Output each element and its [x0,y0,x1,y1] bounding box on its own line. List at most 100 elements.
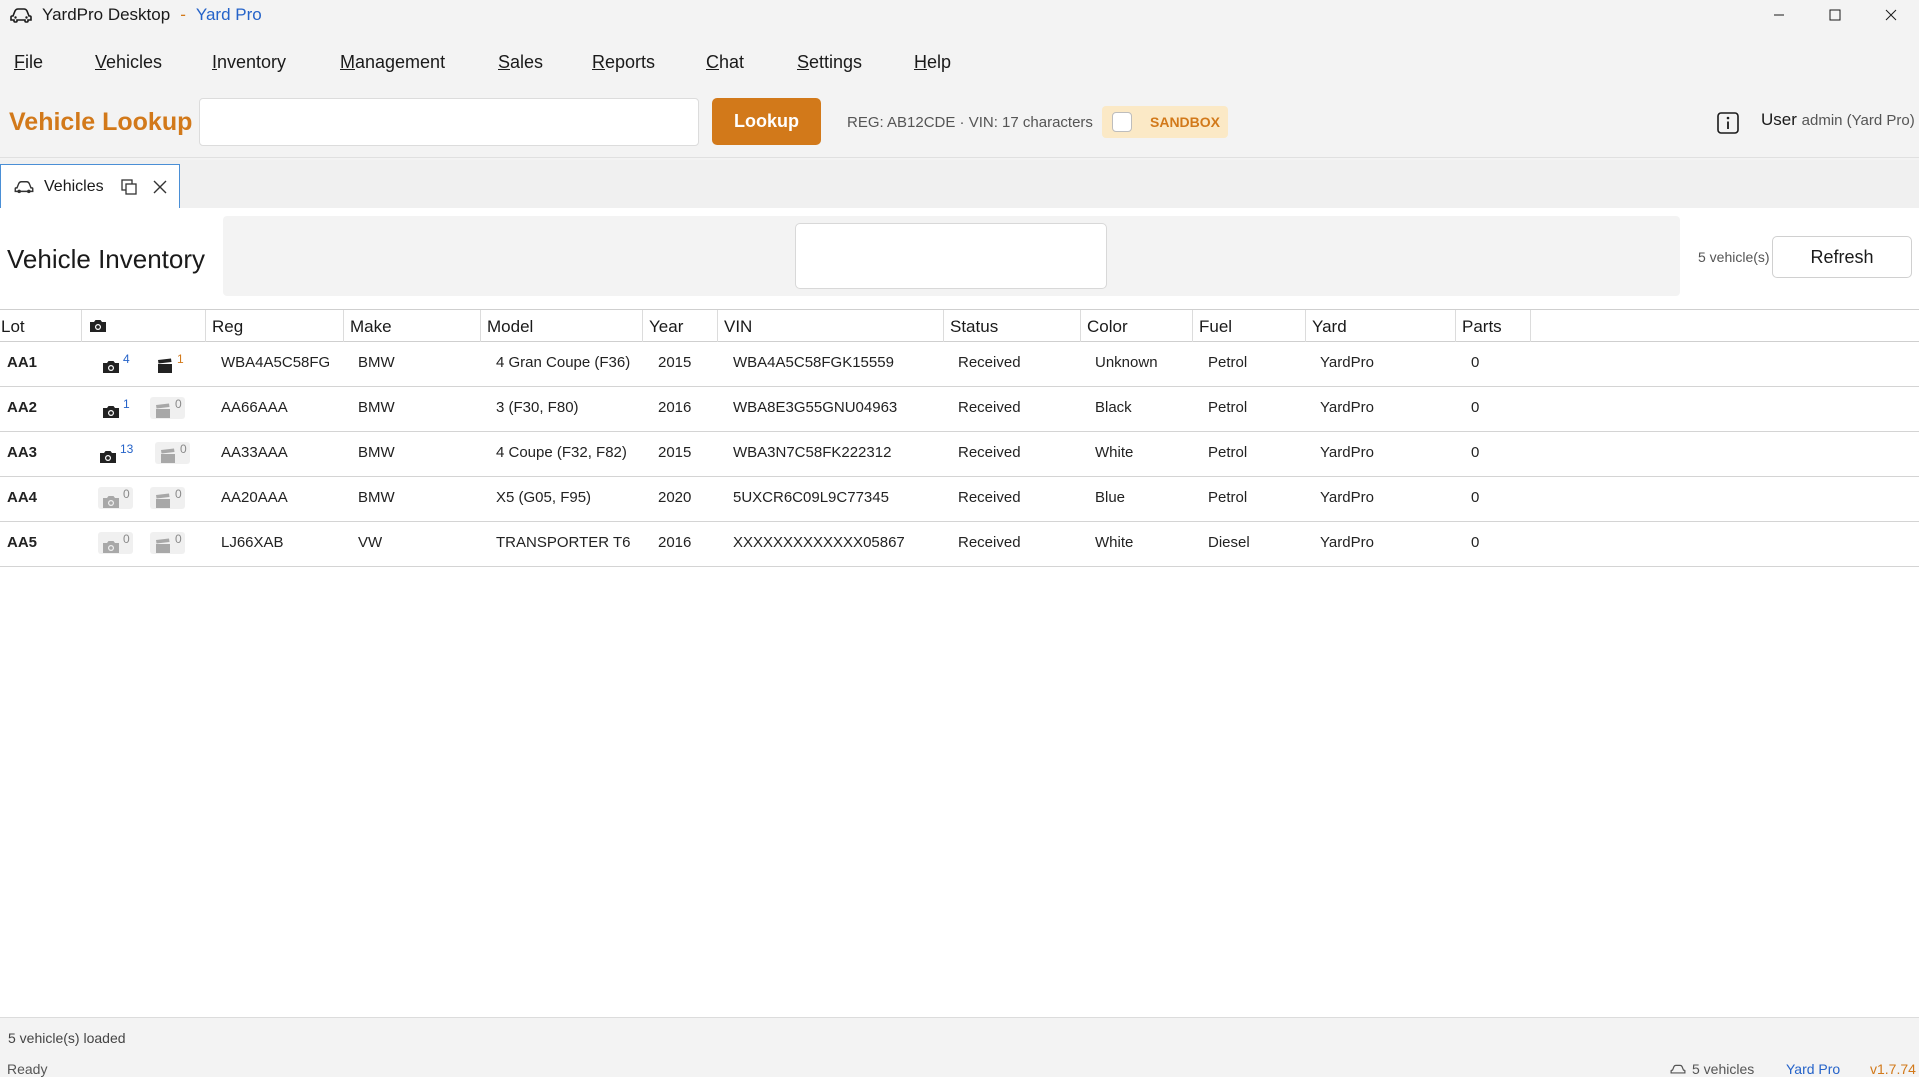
cell-color: White [1095,444,1134,461]
cell-yard: YardPro [1320,354,1374,371]
cell-make: BMW [358,399,395,416]
cell-yard: YardPro [1320,534,1374,551]
table-row[interactable]: AA3 13 0 AA33AAA BMW 4 Coupe (F32, F82) … [0,432,1919,477]
tab-strip: Vehicles [0,160,1919,208]
lookup-title: Vehicle Lookup [9,108,193,136]
column-header-parts[interactable]: Parts [1456,310,1531,342]
menu-settings[interactable]: Settings [797,52,862,73]
filter-panel [223,216,1680,296]
tab-vehicles[interactable]: Vehicles [0,164,180,208]
sandbox-toggle[interactable]: SANDBOX [1102,106,1228,138]
cell-color: Blue [1095,489,1126,506]
vehicles-panel: Vehicle Inventory 5 vehicle(s) Refresh L… [0,208,1919,1017]
cell-yard: YardPro [1320,399,1374,416]
column-header-lot[interactable]: Lot [0,310,82,342]
grid-header: Lot Reg Make Model Year VIN Status Color… [0,309,1919,342]
column-header-fuel[interactable]: Fuel [1193,310,1306,342]
cell-yard: YardPro [1320,444,1374,461]
tab-label: Vehicles [44,177,104,195]
cell-lot: AA2 [7,399,38,416]
column-header-status[interactable]: Status [944,310,1081,342]
cell-year: 2020 [658,489,692,506]
cell-lot: AA3 [7,444,38,461]
minimize-button[interactable] [1751,0,1807,30]
column-header-model[interactable]: Model [481,310,643,342]
vehicle-total: 5 vehicles [1670,1061,1754,1077]
cell-year: 2015 [658,444,692,461]
cell-parts: 0 [1471,444,1480,461]
close-window-button[interactable] [1863,0,1919,30]
cell-status: Received [958,399,1021,416]
column-header-color[interactable]: Color [1081,310,1193,342]
cell-make: VW [358,534,383,551]
cell-model: 4 Coupe (F32, F82) [496,444,627,461]
column-header-year[interactable]: Year [643,310,718,342]
lookup-input[interactable] [199,98,699,146]
camera-icon [103,406,119,418]
cell-fuel: Petrol [1208,399,1248,416]
table-row[interactable]: AA2 1 0 AA66AAA BMW 3 (F30, F80) 2016 WB… [0,387,1919,432]
clapperboard-icon [161,448,175,463]
cell-model: TRANSPORTER T6 V [496,534,630,551]
cell-vin: 5UXCR6C09L9C77345 [733,489,889,506]
vehicle-grid: Lot Reg Make Model Year VIN Status Color… [0,309,1919,567]
photo-count[interactable]: 13 [98,442,133,464]
table-row[interactable]: AA4 0 0 AA20AAA BMW X5 (G05, F95) 2020 5… [0,477,1919,522]
photo-count[interactable]: 1 [101,397,130,419]
close-icon[interactable] [152,179,168,195]
camera-icon [103,496,119,508]
status-yard[interactable]: Yard Pro [1786,1061,1840,1077]
popout-icon[interactable] [120,178,138,196]
column-header-reg[interactable]: Reg [206,310,344,342]
title-bar: YardPro Desktop - Yard Pro [0,0,1919,30]
photo-count[interactable]: 4 [101,352,130,374]
menu-chat[interactable]: Chat [706,52,744,73]
video-count[interactable]: 0 [150,487,185,509]
vehicle-count: 5 vehicle(s) [1698,249,1770,265]
clapperboard-icon [156,538,170,553]
user-info: User admin (Yard Pro) [1761,110,1915,130]
column-header-yard[interactable]: Yard [1306,310,1456,342]
menu-reports[interactable]: Reports [592,52,655,73]
column-header-media[interactable] [82,310,206,342]
cell-parts: 0 [1471,489,1480,506]
camera-icon [103,541,119,553]
refresh-button[interactable]: Refresh [1772,236,1912,278]
car-icon [10,8,32,23]
cell-status: Received [958,489,1021,506]
cell-fuel: Diesel [1208,534,1250,551]
photo-count[interactable]: 0 [98,532,133,554]
sandbox-checkbox[interactable] [1112,112,1132,132]
cell-year: 2015 [658,354,692,371]
video-count[interactable]: 1 [155,352,184,374]
filter-input[interactable] [795,223,1107,289]
title-separator: - [180,5,186,24]
column-header-make[interactable]: Make [344,310,481,342]
video-count[interactable]: 0 [150,397,185,419]
camera-icon [100,451,116,463]
menu-vehicles[interactable]: Vehicles [95,52,162,73]
menu-management[interactable]: Management [340,52,445,73]
maximize-button[interactable] [1807,0,1863,30]
cell-fuel: Petrol [1208,444,1248,461]
cell-reg: WBA4A5C58FGK [221,354,329,371]
video-count[interactable]: 0 [155,442,190,464]
lookup-bar: Vehicle Lookup Lookup REG: AB12CDE · VIN… [0,84,1919,158]
cell-model: 3 (F30, F80) [496,399,579,416]
video-count[interactable]: 0 [150,532,185,554]
photo-count[interactable]: 0 [98,487,133,509]
menu-sales[interactable]: Sales [498,52,543,73]
cell-lot: AA5 [7,534,38,551]
menu-file[interactable]: File [14,52,43,73]
cell-vin: XXXXXXXXXXXXX05867 [733,534,905,551]
table-row[interactable]: AA5 0 0 LJ66XAB VW TRANSPORTER T6 V 2016… [0,522,1919,567]
cell-reg: LJ66XAB [221,534,284,551]
info-icon[interactable] [1716,111,1740,135]
cell-reg: AA33AAA [221,444,288,461]
table-row[interactable]: AA1 4 1 WBA4A5C58FGK BMW 4 Gran Coupe (F… [0,342,1919,387]
user-detail: admin (Yard Pro) [1801,112,1915,129]
menu-inventory[interactable]: Inventory [212,52,286,73]
menu-help[interactable]: Help [914,52,951,73]
column-header-vin[interactable]: VIN [718,310,944,342]
lookup-button[interactable]: Lookup [712,98,821,145]
